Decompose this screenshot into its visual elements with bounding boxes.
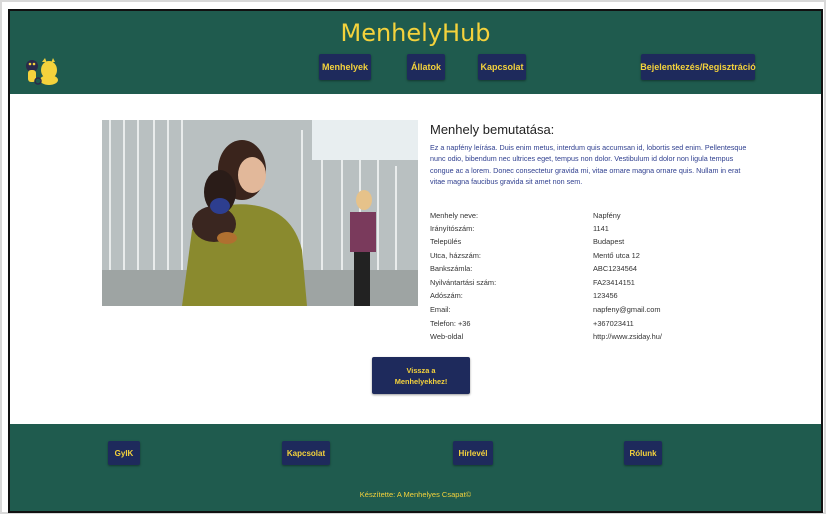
nav-contact-button[interactable]: Kapcsolat [478, 54, 526, 80]
back-to-shelters-button[interactable]: Vissza a Menhelyekhez! [372, 357, 470, 394]
nav-animals-button[interactable]: Állatok [407, 54, 445, 80]
info-row-zip: Irányítószám: 1141 [430, 224, 790, 236]
info-value: Budapest [593, 237, 625, 246]
newsletter-button[interactable]: Hírlevél [453, 441, 493, 465]
info-row-bank: Bankszámla: ABC1234564 [430, 264, 790, 276]
info-label: Telefon: +36 [430, 319, 471, 328]
main-content: Menhely bemutatása: Ez a napfény leírása… [10, 94, 821, 424]
logo-icon[interactable] [22, 54, 60, 86]
shelter-description: Ez a napfény leírása. Duis enim metus, i… [430, 143, 747, 186]
faq-button[interactable]: GyIK [108, 441, 140, 465]
info-value: 1141 [593, 224, 609, 233]
info-label: Bankszámla: [430, 264, 473, 273]
info-label: Menhely neve: [430, 211, 479, 220]
shelter-photo [102, 120, 418, 306]
info-value: ABC1234564 [593, 264, 637, 273]
info-row-website: Web-oldal http://www.zsiday.hu/ [430, 332, 790, 344]
info-label: Adószám: [430, 291, 463, 300]
info-label: Email: [430, 305, 451, 314]
info-label: Utca, házszám: [430, 251, 481, 260]
info-value: Mentő utca 12 [593, 251, 640, 260]
info-row-name: Menhely neve: Napfény [430, 211, 790, 223]
info-row-city: Település Budapest [430, 237, 790, 249]
section-title: Menhely bemutatása: [430, 122, 555, 137]
info-label: Irányítószám: [430, 224, 475, 233]
info-value: Napfény [593, 211, 621, 220]
info-value: FA23414151 [593, 278, 635, 287]
info-value: +367023411 [593, 319, 634, 328]
info-row-phone: Telefon: +36 +367023411 [430, 319, 790, 331]
info-label: Település [430, 237, 462, 246]
footer-credit: Készítette: A Menhelyes Csapat© [359, 490, 472, 499]
info-label: Nyilvántartási szám: [430, 278, 497, 287]
info-value: http://www.zsiday.hu/ [593, 332, 662, 341]
info-row-email: Email: napfeny@gmail.com [430, 305, 790, 317]
about-button[interactable]: Rólunk [624, 441, 662, 465]
brand-title: MenhelyHub [340, 19, 491, 47]
header: MenhelyHub Menhelyek Állatok Kapcsolat B… [10, 11, 821, 94]
back-button-line2: Menhelyekhez! [394, 376, 448, 386]
info-label: Web-oldal [430, 332, 464, 341]
footer: GyIK Kapcsolat Hírlevél Rólunk Készített… [10, 424, 821, 511]
info-row-registry: Nyilvántartási szám: FA23414151 [430, 278, 790, 290]
info-row-street: Utca, házszám: Mentő utca 12 [430, 251, 790, 263]
info-value: 123456 [593, 291, 618, 300]
footer-contact-button[interactable]: Kapcsolat [282, 441, 330, 465]
nav-login-register-button[interactable]: Bejelentkezés/Regisztráció [640, 54, 756, 80]
browser-frame: MenhelyHub Menhelyek Állatok Kapcsolat B… [0, 0, 826, 514]
nav-shelters-button[interactable]: Menhelyek [319, 54, 371, 80]
info-value: napfeny@gmail.com [593, 305, 661, 314]
back-button-line1: Vissza a [406, 365, 436, 375]
page: MenhelyHub Menhelyek Állatok Kapcsolat B… [8, 9, 823, 513]
info-row-tax: Adószám: 123456 [430, 291, 790, 303]
